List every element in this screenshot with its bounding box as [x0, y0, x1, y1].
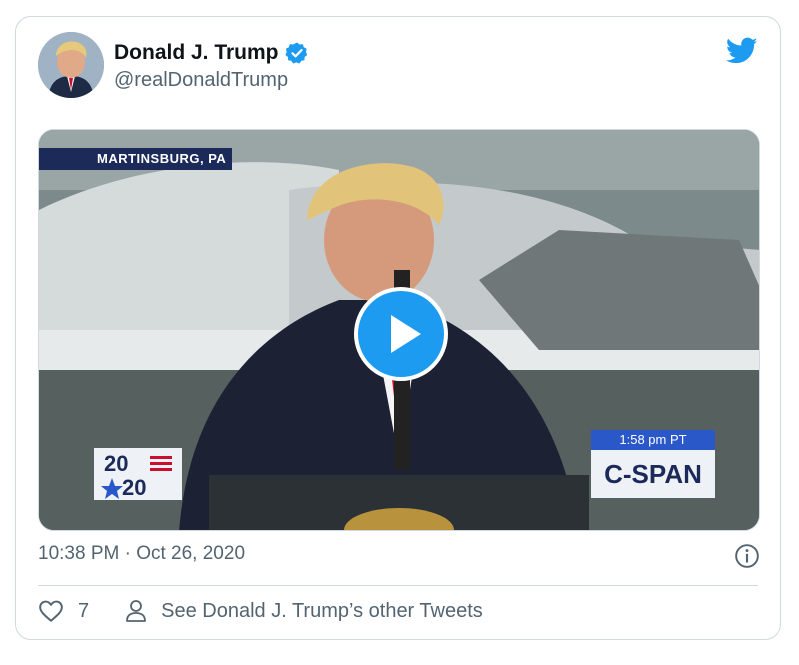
video-player[interactable]: MARTINSBURG, PA 20 20 1:58 pm PT C-SPAN — [38, 129, 760, 531]
verified-badge-icon — [284, 42, 307, 64]
play-button[interactable] — [354, 287, 448, 381]
twitter-bird-icon[interactable] — [726, 37, 758, 65]
location-badge: MARTINSBURG, PA — [39, 148, 233, 170]
info-icon[interactable] — [734, 543, 760, 569]
time-badge: 1:58 pm PT — [591, 430, 715, 450]
author-name[interactable]: Donald J. Trump — [114, 41, 279, 65]
author-row: Donald J. Trump — [114, 41, 309, 65]
play-icon — [391, 315, 421, 353]
person-icon — [126, 600, 147, 622]
svg-text:20: 20 — [104, 451, 128, 476]
tweet-timestamp[interactable]: 10:38 PM · Oct 26, 2020 — [38, 543, 245, 565]
see-other-tweets-link[interactable]: See Donald J. Trump’s other Tweets — [161, 600, 483, 623]
campaign-2020-logo: 20 20 — [94, 448, 182, 500]
author-handle[interactable]: @realDonaldTrump — [114, 69, 288, 92]
tweet-card: Donald J. Trump @realDonaldTrump MARTINS… — [15, 16, 781, 640]
like-count: 7 — [78, 599, 90, 622]
svg-text:20: 20 — [122, 475, 146, 500]
avatar[interactable] — [38, 32, 104, 98]
actions-bar: 7 See Donald J. Trump’s other Tweets — [38, 599, 483, 623]
heart-icon[interactable] — [38, 599, 64, 623]
network-badge: C-SPAN — [591, 450, 715, 498]
avatar-image — [38, 32, 104, 98]
divider — [38, 585, 758, 586]
